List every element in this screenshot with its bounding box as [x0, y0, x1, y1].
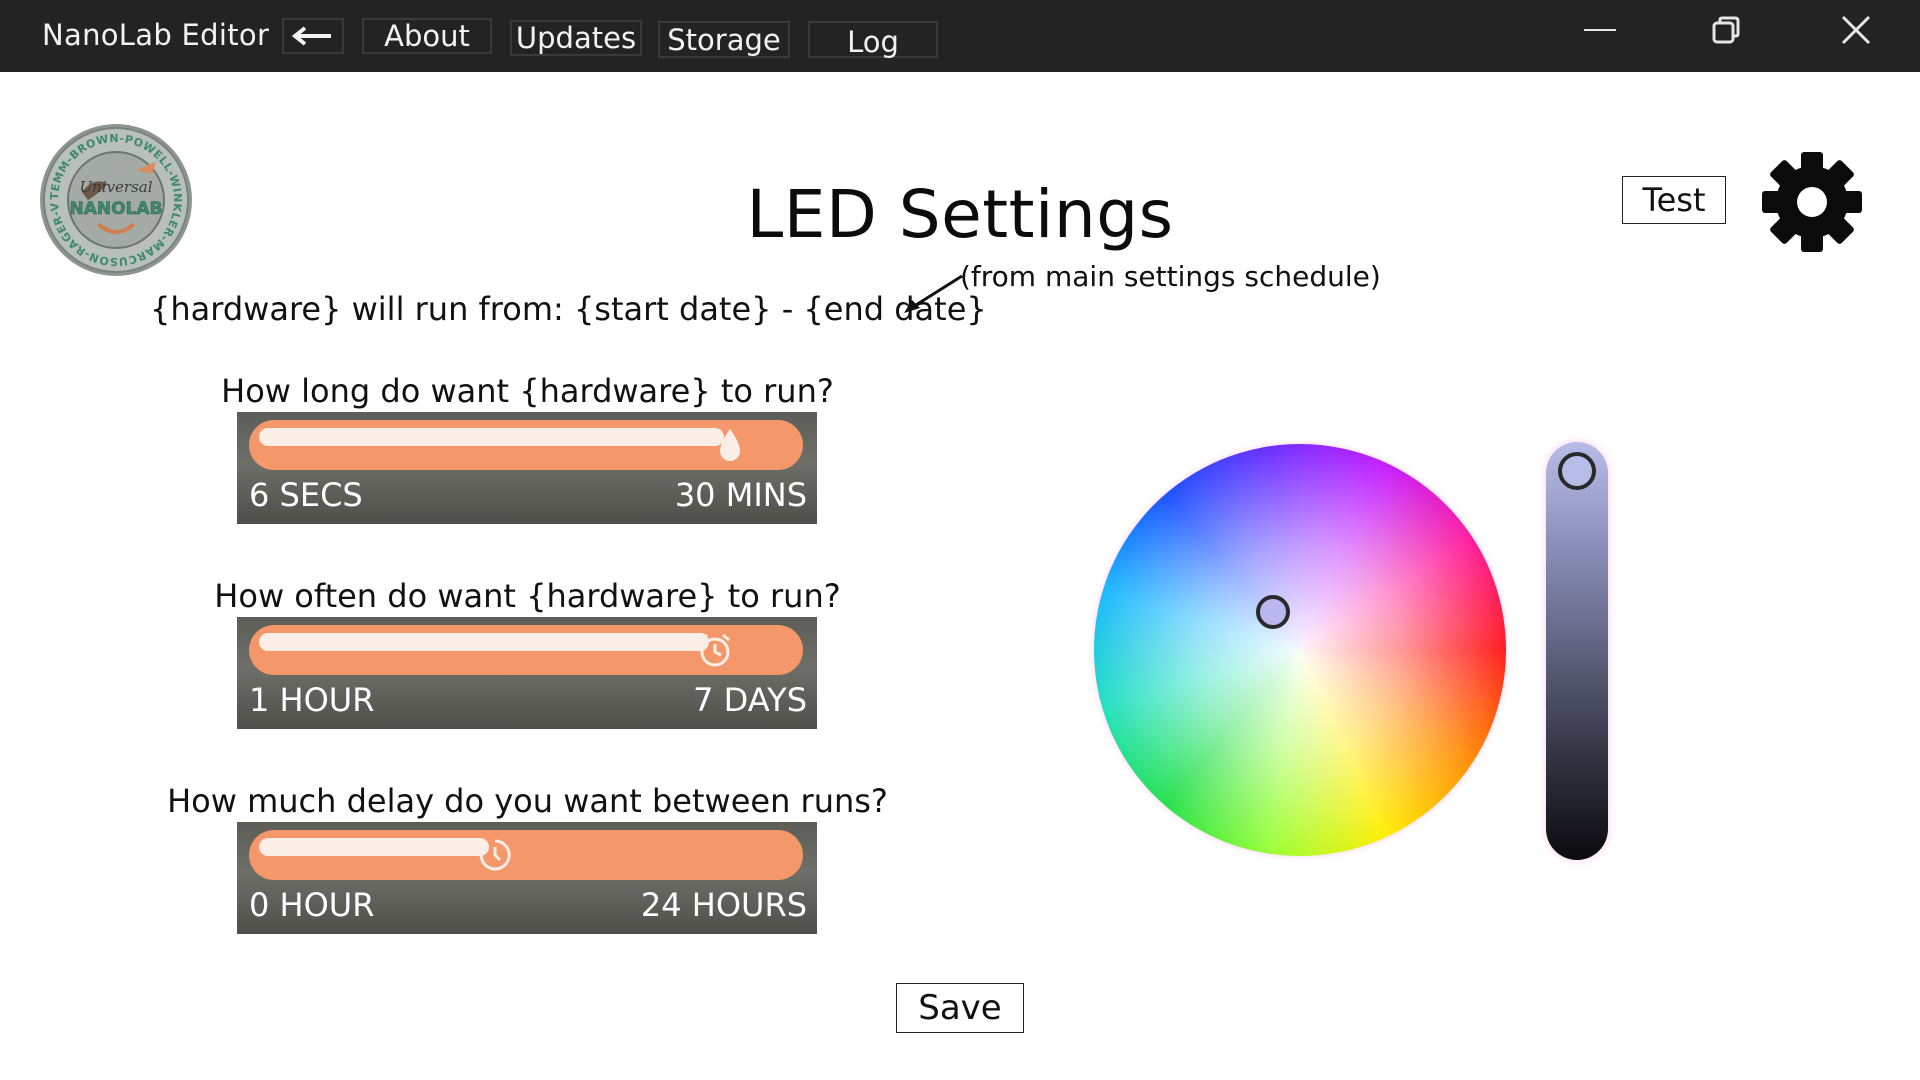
timer-icon — [479, 839, 511, 871]
save-button[interactable]: Save — [896, 983, 1024, 1033]
app-title: NanoLab Editor — [42, 18, 270, 52]
run-frequency-slider[interactable]: 1 HOUR 7 DAYS — [237, 617, 817, 729]
color-wheel[interactable] — [1094, 444, 1506, 856]
slider-handle[interactable] — [695, 630, 735, 670]
run-range-text: {hardware} will run from: {start date} -… — [150, 290, 987, 328]
run-duration-slider[interactable]: 6 SECS 30 MINS — [237, 412, 817, 524]
slider-fill — [259, 428, 724, 446]
schedule-note: (from main settings schedule) — [960, 260, 1381, 293]
restore-icon — [1712, 16, 1740, 44]
title-bar: NanoLab Editor About Updates Storage Log — [0, 0, 1920, 72]
slider-max-label: 30 MINS — [674, 476, 807, 514]
minimize-button[interactable] — [1570, 10, 1630, 50]
run-duration-label: How long do want {hardware} to run? — [221, 372, 834, 410]
run-delay-slider[interactable]: 0 HOUR 24 HOURS — [237, 822, 817, 934]
alarm-clock-icon — [700, 633, 730, 667]
test-button[interactable]: Test — [1622, 176, 1726, 224]
run-frequency-label: How often do want {hardware} to run? — [214, 577, 841, 615]
back-button[interactable] — [282, 18, 344, 54]
close-button[interactable] — [1826, 10, 1886, 50]
slider-max-label: 24 HOURS — [640, 886, 807, 924]
close-icon — [1841, 15, 1871, 45]
slider-handle[interactable] — [475, 835, 515, 875]
color-wheel-handle[interactable] — [1256, 595, 1290, 629]
slider-fill — [259, 633, 709, 651]
tab-log[interactable]: Log — [808, 21, 938, 59]
settings-button[interactable] — [1760, 150, 1864, 254]
slider-min-label: 6 SECS — [249, 476, 363, 514]
slider-handle[interactable] — [710, 425, 750, 465]
tab-updates[interactable]: Updates — [510, 20, 642, 56]
run-delay-label: How much delay do you want between runs? — [167, 782, 888, 820]
slider-fill — [259, 838, 489, 856]
minimize-icon — [1584, 29, 1616, 31]
gear-icon — [1762, 152, 1862, 252]
slider-min-label: 0 HOUR — [249, 886, 375, 924]
color-wheel-saturation — [1094, 444, 1506, 856]
tab-storage[interactable]: Storage — [658, 21, 790, 58]
brightness-slider-handle[interactable] — [1558, 452, 1596, 490]
brightness-slider[interactable] — [1546, 442, 1608, 860]
tab-about[interactable]: About — [362, 18, 492, 54]
restore-button[interactable] — [1696, 10, 1756, 50]
arrow-left-icon — [291, 26, 331, 46]
water-drop-icon — [720, 429, 740, 461]
slider-min-label: 1 HOUR — [249, 681, 375, 719]
slider-max-label: 7 DAYS — [693, 681, 807, 719]
